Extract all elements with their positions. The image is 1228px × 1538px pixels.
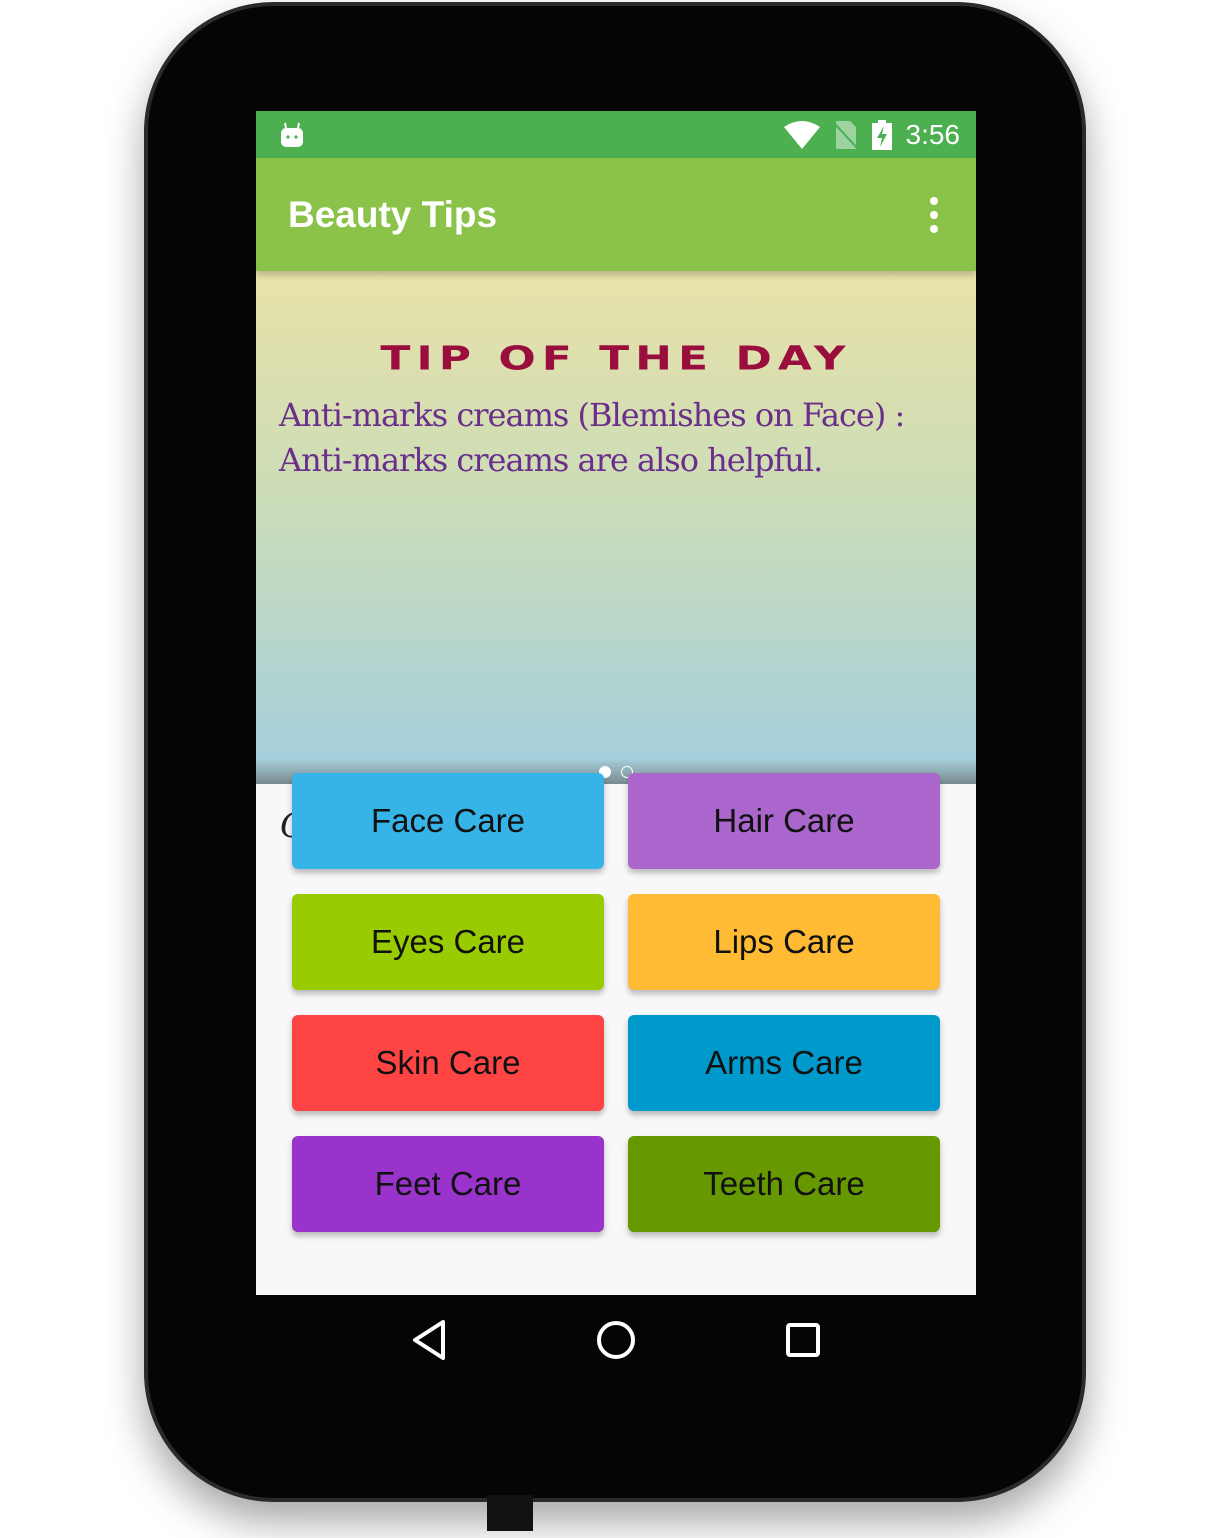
category-button-arms-care[interactable]: Arms Care (628, 1015, 940, 1111)
battery-charging-icon (871, 119, 892, 150)
recents-icon[interactable] (783, 1318, 823, 1362)
app-title: Beauty Tips (288, 193, 498, 235)
category-button-lips-care[interactable]: Lips Care (628, 894, 940, 990)
tip-text: Anti-marks creams (Blemishes on Face) : … (279, 396, 905, 479)
clock: 3:56 (905, 118, 961, 150)
android-icon (281, 122, 303, 147)
home-icon[interactable] (594, 1318, 638, 1362)
category-button-feet-care[interactable]: Feet Care (292, 1136, 604, 1232)
tip-heading: TIP OF THE DAY (380, 339, 852, 378)
wifi-icon (783, 120, 820, 149)
category-button-eyes-care[interactable]: Eyes Care (292, 894, 604, 990)
category-button-face-care[interactable]: Face Care (292, 773, 604, 869)
navigation-bar (256, 1318, 976, 1362)
tip-carousel[interactable]: TIP OF THE DAY Anti-marks creams (Blemis… (256, 271, 976, 784)
status-icons (783, 119, 892, 150)
cable (487, 1495, 533, 1531)
app-bar: Beauty Tips (256, 158, 976, 271)
category-button-hair-care[interactable]: Hair Care (628, 773, 940, 869)
category-grid: Face Care Hair Care Eyes Care Lips Care Skin… (292, 773, 940, 1232)
back-icon[interactable] (409, 1318, 449, 1362)
category-button-teeth-care[interactable]: Teeth Care (628, 1136, 940, 1232)
category-button-skin-care[interactable]: Skin Care (292, 1015, 604, 1111)
status-bar: 3:56 (256, 111, 976, 158)
screen: 3:56 Beauty Tips TIP OF THE DAY Anti-mar… (256, 111, 976, 1295)
overflow-menu-icon[interactable] (924, 196, 944, 233)
no-sim-icon (833, 120, 858, 149)
